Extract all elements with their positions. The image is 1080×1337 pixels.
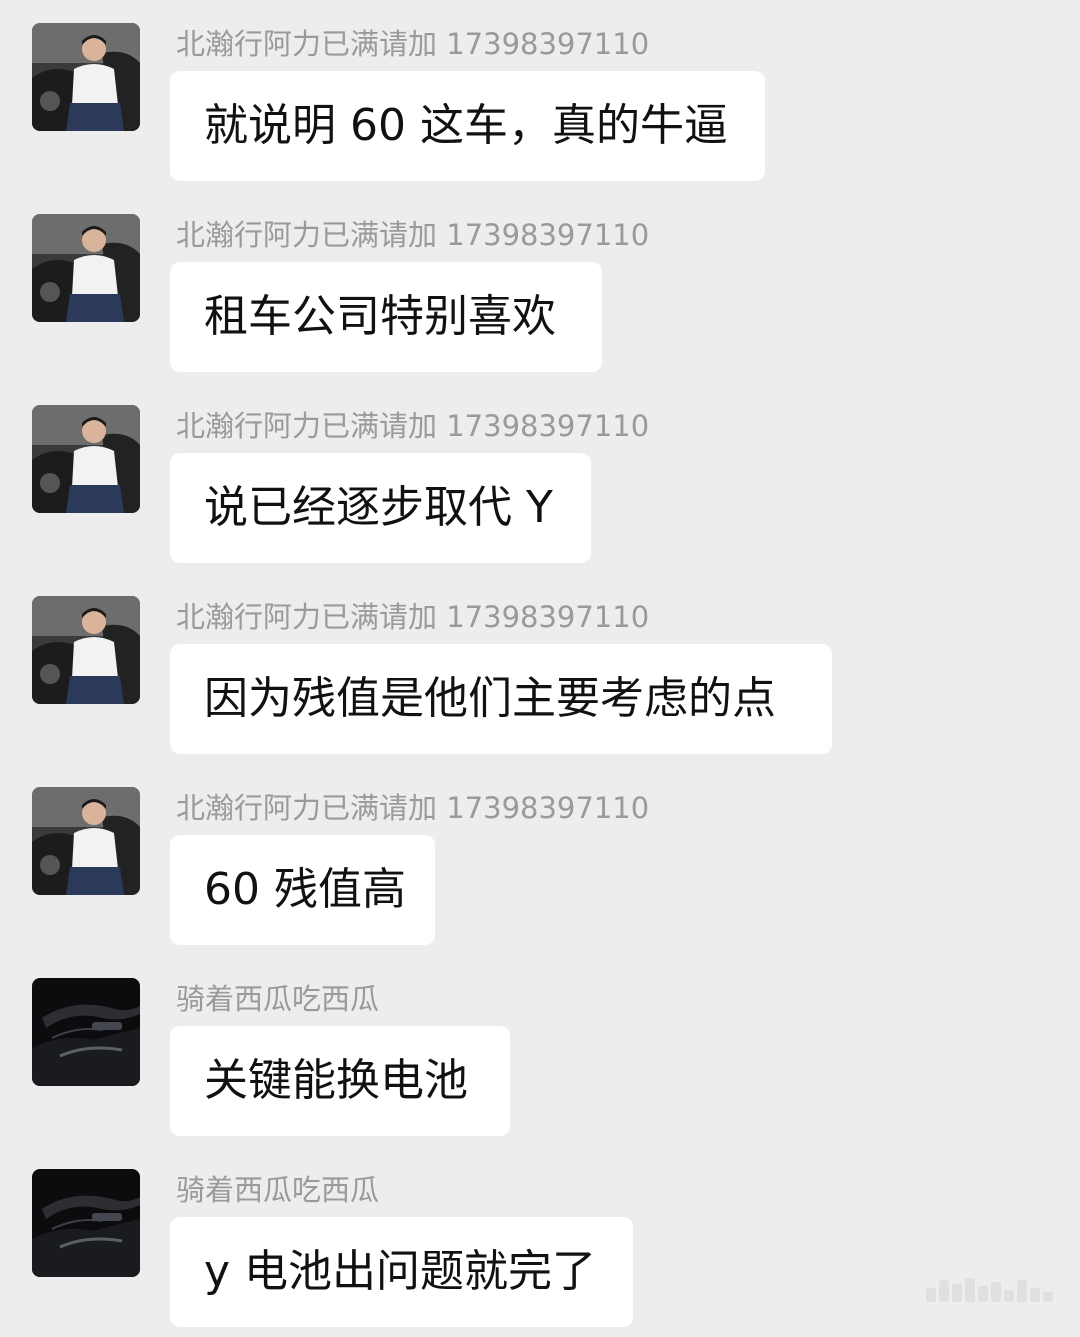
chat-message: 北瀚行阿力已满请加 17398397110 说已经逐步取代 Y — [0, 382, 1080, 573]
sender-avatar[interactable] — [32, 23, 140, 131]
sender-avatar[interactable] — [32, 214, 140, 322]
sender-name: 骑着西瓜吃西瓜 — [176, 1173, 380, 1207]
man-car-avatar-icon — [32, 405, 140, 513]
sender-name: 北瀚行阿力已满请加 17398397110 — [176, 218, 650, 252]
man-car-avatar-icon — [32, 23, 140, 131]
message-bubble[interactable]: 就说明 60 这车，真的牛逼 — [170, 71, 765, 181]
sender-name: 北瀚行阿力已满请加 17398397110 — [176, 791, 650, 825]
message-bubble[interactable]: 租车公司特别喜欢 — [170, 262, 602, 372]
sender-name: 北瀚行阿力已满请加 17398397110 — [176, 409, 650, 443]
car-interior-avatar-icon — [32, 1169, 140, 1277]
man-car-avatar-icon — [32, 596, 140, 704]
chat-message-list: 北瀚行阿力已满请加 17398397110 就说明 60 这车，真的牛逼 北瀚行… — [0, 0, 1080, 1327]
car-interior-avatar-icon — [32, 978, 140, 1086]
chat-message: 北瀚行阿力已满请加 17398397110 租车公司特别喜欢 — [0, 191, 1080, 382]
message-bubble[interactable]: y 电池出问题就完了 — [170, 1217, 633, 1327]
sender-avatar[interactable] — [32, 1169, 140, 1277]
chat-message: 北瀚行阿力已满请加 17398397110 60 残值高 — [0, 764, 1080, 955]
sender-avatar[interactable] — [32, 596, 140, 704]
man-car-avatar-icon — [32, 787, 140, 895]
message-bubble[interactable]: 因为残值是他们主要考虑的点 — [170, 644, 832, 754]
message-bubble[interactable]: 关键能换电池 — [170, 1026, 510, 1136]
sender-name: 北瀚行阿力已满请加 17398397110 — [176, 27, 650, 61]
chat-message: 北瀚行阿力已满请加 17398397110 因为残值是他们主要考虑的点 — [0, 573, 1080, 764]
man-car-avatar-icon — [32, 214, 140, 322]
message-bubble[interactable]: 60 残值高 — [170, 835, 435, 945]
sender-avatar[interactable] — [32, 978, 140, 1086]
sender-name: 北瀚行阿力已满请加 17398397110 — [176, 600, 650, 634]
sender-name: 骑着西瓜吃西瓜 — [176, 982, 380, 1016]
sender-avatar[interactable] — [32, 787, 140, 895]
sender-avatar[interactable] — [32, 405, 140, 513]
watermark-logo — [926, 1274, 1066, 1302]
chat-message: 骑着西瓜吃西瓜 y 电池出问题就完了 — [0, 1146, 1080, 1337]
chat-message: 骑着西瓜吃西瓜 关键能换电池 — [0, 955, 1080, 1146]
message-bubble[interactable]: 说已经逐步取代 Y — [170, 453, 591, 563]
chat-message: 北瀚行阿力已满请加 17398397110 就说明 60 这车，真的牛逼 — [0, 0, 1080, 191]
